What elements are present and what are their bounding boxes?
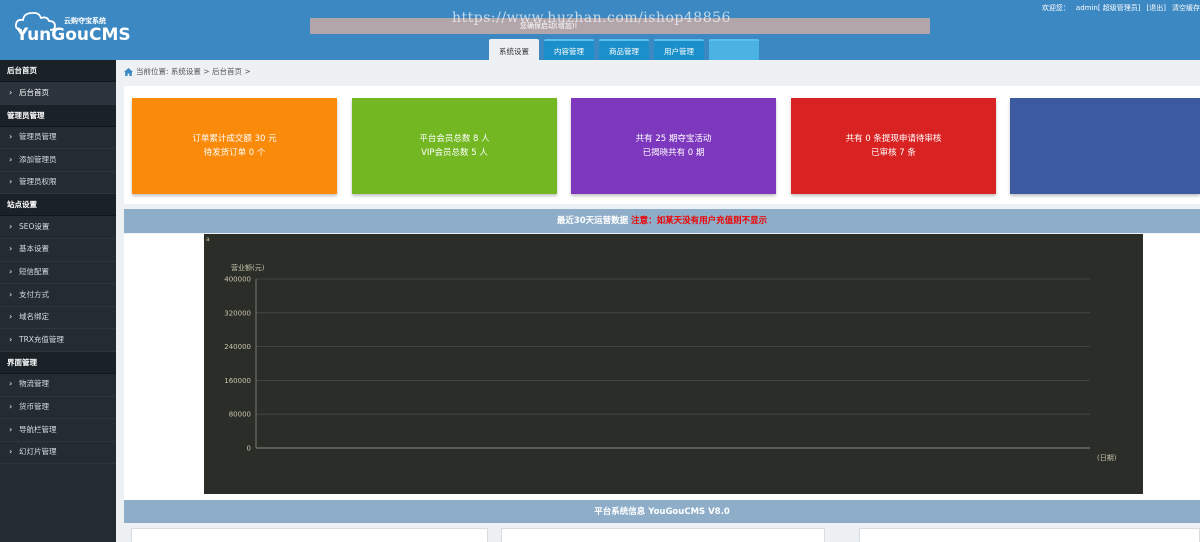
chart-ytick-label: 160000	[224, 377, 251, 385]
chart-ytick-label: 0	[247, 445, 251, 453]
chart-corner-mark: a	[206, 236, 210, 243]
logo-text: YunGouCMS	[16, 25, 131, 45]
info-panel-2	[501, 528, 825, 542]
info-panel-1	[131, 528, 488, 542]
chevron-right-icon: ›	[9, 244, 13, 254]
clear-cache-link[interactable]: 清空缓存	[1172, 4, 1200, 12]
main-nav: 系统设置 内容管理 商品管理 用户管理	[489, 39, 759, 60]
chart-ylabel: 营业额(元)	[231, 263, 265, 272]
tab-content-management[interactable]: 内容管理	[544, 39, 594, 60]
sidebar-item-label: 幻灯片管理	[19, 447, 57, 457]
sidebar-item-trx-recharge[interactable]: › TRX充值管理	[0, 329, 116, 352]
tab-product-management[interactable]: 商品管理	[599, 39, 649, 60]
chart-warning: 注意：如某天没有用户充值则不显示	[631, 216, 768, 226]
user-link[interactable]: admin[ 超级管理员]	[1076, 4, 1141, 12]
top-header: 云购夺宝系统 YunGouCMS 您确保启动(增加)! https://www.…	[0, 0, 1200, 60]
sidebar-group-interface[interactable]: 界面管理	[0, 351, 116, 374]
stat-card-line1: 订单累计成交额 30 元	[192, 134, 277, 144]
tab-user-management[interactable]: 用户管理	[654, 39, 704, 60]
stat-card-line1: 共有 0 条提现申请待审核	[845, 134, 942, 144]
sidebar-item-label: 添加管理员	[19, 154, 57, 164]
sidebar-item-seo[interactable]: › SEO设置	[0, 216, 116, 239]
logo[interactable]: 云购夺宝系统 YunGouCMS	[14, 10, 131, 50]
stat-card-line2: 已审核 7 条	[871, 148, 916, 158]
home-icon	[124, 67, 133, 76]
chart-section-title: 最近30天运营数据 注意：如某天没有用户充值则不显示	[124, 209, 1200, 233]
stat-card-members[interactable]: 平台会员总数 8 人 VIP会员总数 5 人	[352, 98, 557, 194]
chevron-right-icon: ›	[9, 267, 13, 277]
stat-card-orders[interactable]: 订单累计成交额 30 元 待发货订单 0 个	[132, 98, 337, 194]
revenue-chart: a 营业额(元) (日期) 400000 320000 240000 160000 80…	[204, 234, 1143, 494]
sidebar-item-logistics[interactable]: › 物流管理	[0, 374, 116, 397]
sidebar-item-add-admin[interactable]: › 添加管理员	[0, 149, 116, 172]
sidebar-item-label: 域名绑定	[19, 312, 49, 322]
chart-container: a 营业额(元) (日期) 400000 320000 240000 160000 80…	[124, 234, 1200, 500]
chevron-right-icon: ›	[9, 379, 13, 389]
sidebar-item-payment[interactable]: › 支付方式	[0, 284, 116, 307]
stat-card-extra[interactable]	[1010, 98, 1200, 194]
stats-panel: 订单累计成交额 30 元 待发货订单 0 个 平台会员总数 8 人 VIP会员总…	[124, 86, 1200, 204]
info-panels	[124, 523, 1200, 542]
chevron-right-icon: ›	[9, 154, 13, 164]
welcome-label: 欢迎您：	[1041, 4, 1070, 12]
chevron-right-icon: ›	[9, 402, 13, 412]
chart-ytick-label: 80000	[229, 411, 251, 419]
sidebar-item-label: 管理员权限	[19, 177, 57, 187]
sidebar-item-currency[interactable]: › 货币管理	[0, 397, 116, 420]
tab-system-settings[interactable]: 系统设置	[489, 39, 539, 60]
sidebar-item-basic-settings[interactable]: › 基本设置	[0, 239, 116, 262]
chevron-right-icon: ›	[9, 289, 13, 299]
sidebar-group-admin[interactable]: 管理员管理	[0, 104, 116, 127]
sidebar-item-label: 货币管理	[19, 402, 49, 412]
stat-card-line2: 待发货订单 0 个	[203, 148, 266, 158]
stat-card-line2: VIP会员总数 5 人	[421, 148, 488, 158]
sidebar-item-label: 管理员管理	[19, 132, 57, 142]
logout-link[interactable]: [退出]	[1147, 4, 1166, 12]
sidebar-item-admin-manage[interactable]: › 管理员管理	[0, 127, 116, 150]
sidebar-item-label: 短信配置	[19, 267, 49, 277]
chevron-right-icon: ›	[9, 424, 13, 434]
sidebar-item-label: SEO设置	[19, 221, 50, 231]
chevron-right-icon: ›	[9, 447, 13, 457]
sidebar-item-domain-binding[interactable]: › 域名绑定	[0, 307, 116, 330]
sidebar-group-site-settings[interactable]: 站点设置	[0, 194, 116, 217]
chevron-right-icon: ›	[9, 334, 13, 344]
sidebar-item-home[interactable]: › 后台首页	[0, 82, 116, 105]
sidebar: 后台首页 › 后台首页 管理员管理 › 管理员管理 › 添加管理员 › 管理员权限 站点…	[0, 60, 116, 542]
chart-xlabel: (日期)	[1097, 454, 1117, 462]
sidebar-item-label: TRX充值管理	[19, 334, 64, 344]
sidebar-item-navbar[interactable]: › 导航栏管理	[0, 419, 116, 442]
info-section-title: 平台系统信息 YouGouCMS V8.0	[124, 500, 1200, 524]
stat-card-line1: 共有 25 期夺宝活动	[635, 134, 712, 144]
sidebar-group-home[interactable]: 后台首页	[0, 60, 116, 82]
chevron-right-icon: ›	[9, 312, 13, 322]
chart-svg: a 营业额(元) (日期) 400000 320000 240000 160000 80…	[206, 236, 1117, 462]
chevron-right-icon: ›	[9, 221, 13, 231]
stat-card-activities[interactable]: 共有 25 期夺宝活动 已揭晓共有 0 期	[571, 98, 776, 194]
stat-card-line1: 平台会员总数 8 人	[419, 134, 490, 144]
chart-ytick-label: 320000	[224, 309, 251, 317]
stat-card-line2: 已揭晓共有 0 期	[642, 148, 705, 158]
breadcrumb: 当前位置: 系统设置 > 后台首页 >	[124, 66, 251, 77]
sidebar-item-label: 后台首页	[19, 87, 49, 97]
sidebar-item-admin-permissions[interactable]: › 管理员权限	[0, 172, 116, 195]
sidebar-item-label: 支付方式	[19, 289, 49, 299]
top-links: 欢迎您： admin[ 超级管理员] [退出] 清空缓存	[1036, 3, 1200, 13]
tab-blurred[interactable]	[709, 39, 759, 60]
chevron-right-icon: ›	[9, 177, 13, 187]
info-panel-3	[859, 528, 1200, 542]
stat-card-withdrawals[interactable]: 共有 0 条提现申请待审核 已审核 7 条	[791, 98, 996, 194]
chart-title: 最近30天运营数据	[556, 216, 629, 226]
sidebar-item-label: 基本设置	[19, 244, 49, 254]
sidebar-item-label: 物流管理	[19, 379, 49, 389]
breadcrumb-text: 当前位置: 系统设置 > 后台首页 >	[136, 67, 251, 76]
chart-ytick-label: 240000	[224, 343, 251, 351]
sidebar-item-sms-config[interactable]: › 短信配置	[0, 262, 116, 285]
watermark-text: https://www.huzhan.com/ishop48856	[452, 10, 731, 26]
chevron-right-icon: ›	[9, 87, 13, 97]
sidebar-item-slideshow[interactable]: › 幻灯片管理	[0, 442, 116, 465]
chevron-right-icon: ›	[9, 132, 13, 142]
sidebar-item-label: 导航栏管理	[19, 424, 57, 434]
chart-ytick-label: 400000	[224, 276, 251, 284]
